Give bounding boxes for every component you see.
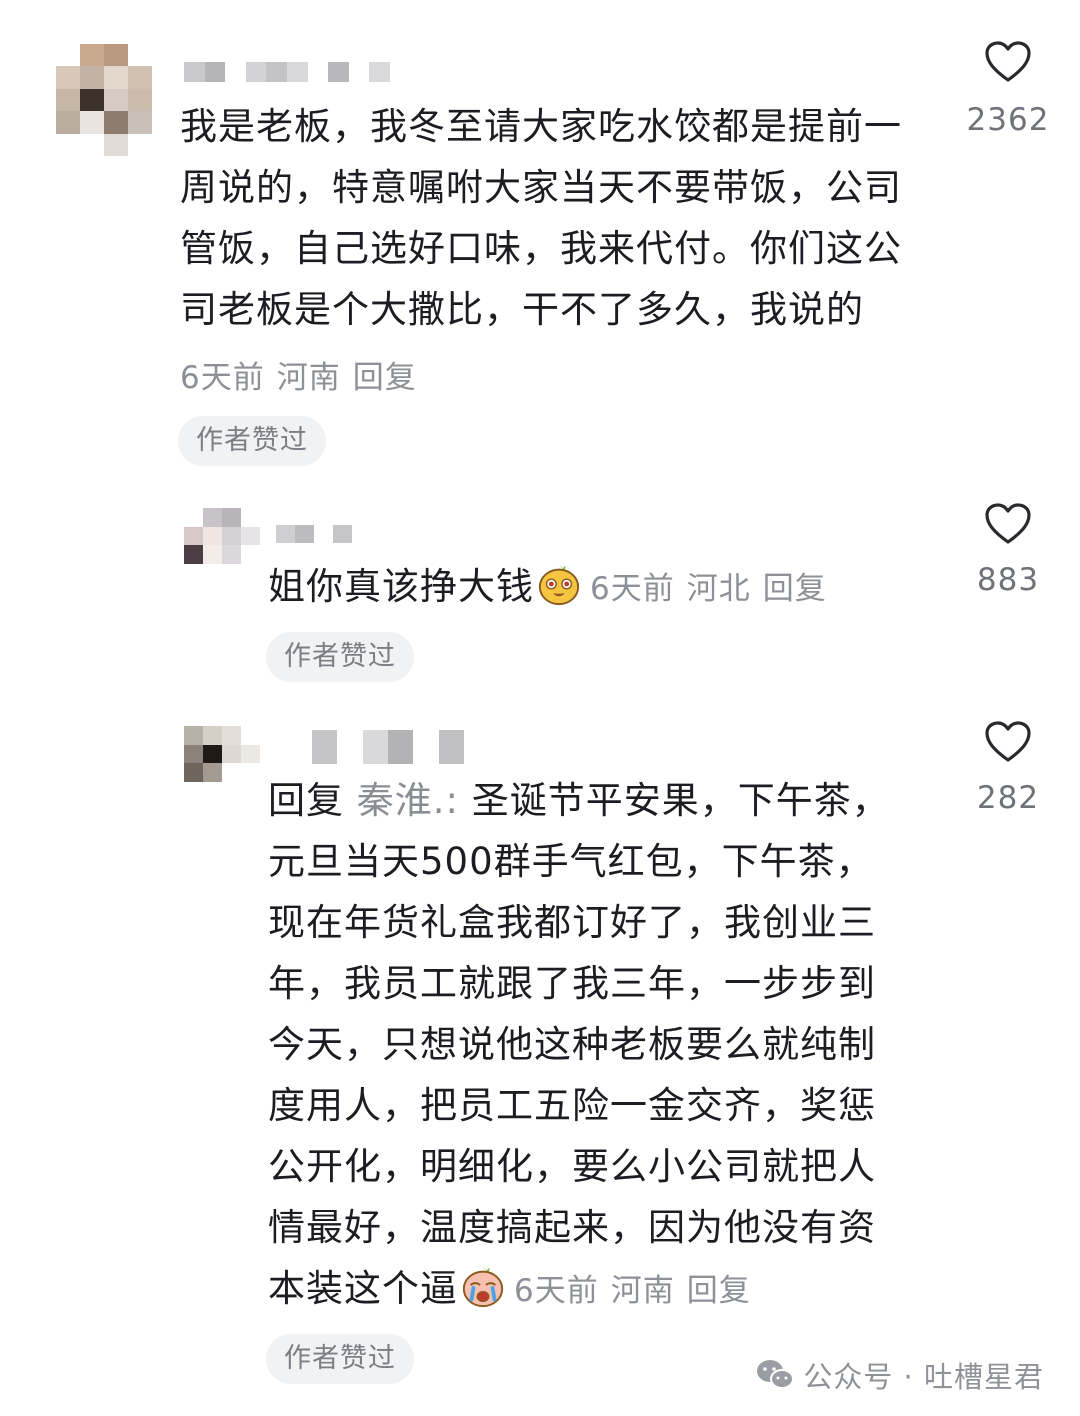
comment-location: 河南 xyxy=(610,1273,675,1309)
wechat-icon xyxy=(757,1360,795,1389)
username[interactable] xyxy=(312,730,464,764)
comment-text: 我是老板，我冬至请大家吃水饺都是提前一周说的，特意嘱咐大家当天不要带饭，公司管饭… xyxy=(180,105,902,331)
like-count: 282 xyxy=(976,780,1040,816)
avatar[interactable] xyxy=(184,726,260,782)
comment-text: 姐你真该挣大钱 xyxy=(268,565,534,608)
author-liked-badge: 作者赞过 xyxy=(266,632,414,682)
heart-icon[interactable] xyxy=(984,720,1032,764)
like-button[interactable]: 2362 xyxy=(962,40,1054,138)
author-liked-badge: 作者赞过 xyxy=(178,416,326,466)
comment-time: 6天前 xyxy=(514,1273,599,1309)
watermark-label: 公众号 · 吐槽星君 xyxy=(803,1360,1044,1394)
like-count: 2362 xyxy=(966,102,1050,138)
comment-body: 回复 秦淮.: 圣诞节平安果，下午茶，元旦当天500群手气红包，下午茶，现在年货… xyxy=(268,770,908,1322)
author-liked-badge: 作者赞过 xyxy=(266,1334,414,1384)
avatar[interactable] xyxy=(184,508,260,564)
reply-prefix: 回复 xyxy=(268,779,344,822)
watermark: 公众号 · 吐槽星君 xyxy=(755,1354,1044,1396)
comment-body: 我是老板，我冬至请大家吃水饺都是提前一周说的，特意嘱咐大家当天不要带饭，公司管饭… xyxy=(180,96,932,340)
tearful-face-emoji xyxy=(538,564,580,606)
comment-time: 6天前 xyxy=(180,360,265,396)
crying-face-emoji xyxy=(462,1266,504,1308)
reply-button[interactable]: 回复 xyxy=(687,1273,751,1309)
comment-time: 6天前 xyxy=(590,571,675,607)
like-button[interactable]: 883 xyxy=(962,502,1054,598)
comment-body: 姐你真该挣大钱 6天前 河北 回复 xyxy=(268,556,948,620)
like-count: 883 xyxy=(976,562,1040,598)
heart-icon[interactable] xyxy=(984,40,1032,84)
mention[interactable]: 秦淮.: xyxy=(357,779,459,822)
reply-button[interactable]: 回复 xyxy=(763,571,827,607)
comment-meta: 6天前 河南 回复 xyxy=(180,352,417,397)
comment-location: 河南 xyxy=(276,360,341,396)
reply-button[interactable]: 回复 xyxy=(353,360,417,396)
heart-icon[interactable] xyxy=(984,502,1032,546)
avatar[interactable] xyxy=(56,44,152,156)
like-button[interactable]: 282 xyxy=(962,720,1054,816)
comment-text: 圣诞节平安果，下午茶，元旦当天500群手气红包，下午茶，现在年货礼盒我都订好了，… xyxy=(268,779,890,1310)
username[interactable] xyxy=(184,62,390,82)
comment-location: 河北 xyxy=(686,571,751,607)
username[interactable] xyxy=(276,525,352,543)
